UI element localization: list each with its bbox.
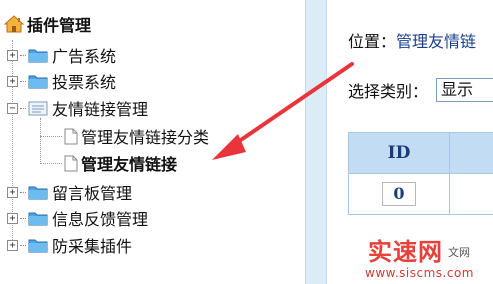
collapse-icon[interactable]: −: [7, 102, 18, 114]
category-select[interactable]: 显示: [436, 78, 493, 102]
document-icon: [64, 155, 78, 171]
tree-item-friend-links[interactable]: − 友情链接管理: [7, 96, 148, 120]
folder-icon: [28, 49, 48, 63]
tree-connector: [40, 163, 62, 164]
document-icon: [64, 128, 78, 144]
tree-item-label: 管理友情链接: [81, 155, 178, 174]
watermark-logo: 实速网: [368, 238, 443, 266]
expand-icon[interactable]: +: [7, 212, 18, 224]
tree-item-label: 投票系统: [52, 73, 117, 92]
tree-item-label: 防采集插件: [52, 237, 133, 256]
tree-item-label: 信息反馈管理: [52, 210, 149, 229]
breadcrumb-prefix: 位置：: [348, 32, 397, 51]
tree-connector: [40, 136, 62, 137]
tree-item-label: 留言板管理: [52, 184, 133, 203]
breadcrumb: 位置：管理友情链: [348, 28, 476, 52]
tree-item-feedback[interactable]: + 信息反馈管理: [7, 206, 148, 230]
tree-root[interactable]: 插件管理: [4, 12, 91, 36]
tree-item-label: 管理友情链接分类: [81, 128, 210, 147]
expand-icon[interactable]: +: [7, 239, 18, 251]
breadcrumb-link[interactable]: 管理友情链: [396, 32, 476, 51]
frame-splitter[interactable]: [305, 0, 327, 284]
tree-connector: [40, 118, 41, 164]
plugin-tree-sidebar: 插件管理 + 广告系统 + 投票系统 − 友情链接管理 管理友情链接分类 管理友…: [0, 0, 305, 284]
watermark-side-text: 文网: [448, 246, 470, 259]
folder-icon: [28, 75, 48, 89]
tree-item-label: 友情链接管理: [52, 100, 149, 119]
tree-item-manage-links[interactable]: 管理友情链接: [64, 151, 177, 175]
tree-item-guestbook[interactable]: + 留言板管理: [7, 180, 132, 204]
category-select-value: 显示: [441, 80, 474, 99]
category-filter: 选择类别： 显示: [348, 78, 493, 102]
expand-icon[interactable]: +: [7, 186, 18, 198]
watermark-url: www.siscms.com: [365, 266, 474, 280]
folder-icon: [28, 212, 48, 226]
column-header-id[interactable]: ID: [349, 133, 450, 173]
folder-icon: [28, 239, 48, 253]
tree-item-vote-system[interactable]: + 投票系统: [7, 69, 116, 93]
app-window: 插件管理 + 广告系统 + 投票系统 − 友情链接管理 管理友情链接分类 管理友…: [0, 0, 493, 284]
expand-icon[interactable]: +: [7, 75, 18, 87]
open-folder-icon: [28, 101, 48, 116]
tree-root-label: 插件管理: [27, 16, 92, 35]
filter-label: 选择类别：: [348, 82, 429, 101]
table-cell-id: 0: [349, 174, 450, 214]
folder-icon: [28, 186, 48, 200]
table-header-row: ID: [349, 133, 493, 174]
tree-item-anti-scrape[interactable]: + 防采集插件: [7, 233, 132, 257]
links-table: ID 0: [348, 132, 493, 215]
id-input[interactable]: 0: [382, 182, 416, 206]
tree-item-manage-link-category[interactable]: 管理友情链接分类: [64, 124, 209, 148]
table-row: 0: [349, 174, 493, 214]
house-icon: [4, 15, 24, 33]
expand-icon[interactable]: +: [7, 49, 18, 61]
tree-item-label: 广告系统: [52, 47, 117, 66]
tree-item-ad-system[interactable]: + 广告系统: [7, 43, 116, 67]
